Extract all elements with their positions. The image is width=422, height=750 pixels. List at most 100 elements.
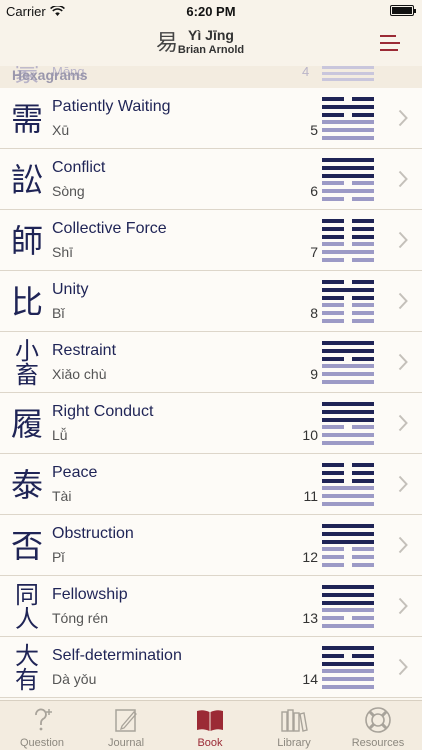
hexagram-name: Collective Force xyxy=(52,220,167,237)
tab-book[interactable]: Book xyxy=(168,701,252,750)
solid-line xyxy=(322,608,374,613)
solid-line xyxy=(322,409,374,414)
hexagram-row[interactable]: 大有 Self-determination Dà yǒu 14 xyxy=(0,637,422,698)
hexagram-row[interactable]: 泰 Peace Tài 11 xyxy=(0,454,422,515)
broken-line xyxy=(322,463,374,467)
solid-line xyxy=(322,592,374,597)
solid-line xyxy=(322,646,374,650)
hexagram-number: 8 xyxy=(310,305,318,321)
hexagram-glyph: 比 xyxy=(10,283,43,321)
tab-label: Resources xyxy=(351,737,405,749)
hexagram-number: 6 xyxy=(310,183,318,199)
hexagram-pinyin: Shī xyxy=(52,244,74,260)
solid-line xyxy=(322,486,374,491)
broken-line xyxy=(322,555,374,560)
section-header: Hexagrams xyxy=(12,67,88,83)
nav-subtitle: Brian Arnold xyxy=(177,44,245,56)
broken-line xyxy=(322,356,374,361)
hexagram-symbol xyxy=(322,402,374,445)
solid-line xyxy=(322,189,374,194)
chevron-right-icon xyxy=(398,414,408,432)
tab-question[interactable]: Question xyxy=(0,701,84,750)
hexagram-row[interactable]: 同人 Fellowship Tóng rén 13 xyxy=(0,576,422,637)
broken-line xyxy=(322,280,374,284)
library-icon xyxy=(281,709,308,732)
tab-journal[interactable]: Journal xyxy=(84,701,168,750)
solid-line xyxy=(322,402,374,406)
hexagram-row[interactable]: 小畜 Restraint Xiǎo chù 9 xyxy=(0,332,422,393)
status-bar: Carrier 6:20 PM xyxy=(0,0,422,22)
hexagram-row[interactable]: 否 Obstruction Pǐ 12 xyxy=(0,515,422,576)
chevron-right-icon xyxy=(398,231,408,249)
battery-icon xyxy=(390,5,416,16)
solid-line xyxy=(322,661,374,666)
solid-line xyxy=(322,524,374,528)
hexagram-row[interactable]: 訟 Conflict Sòng 6 xyxy=(0,149,422,210)
broken-line xyxy=(322,112,374,117)
hexagram-row[interactable]: 需 Patiently Waiting Xū 5 xyxy=(0,88,422,149)
hexagram-row[interactable]: 比 Unity Bǐ 8 xyxy=(0,271,422,332)
solid-line xyxy=(322,417,374,422)
broken-line xyxy=(322,563,374,567)
menu-icon[interactable] xyxy=(380,35,400,51)
solid-line xyxy=(322,372,374,377)
solid-line xyxy=(322,685,374,689)
broken-line xyxy=(322,311,374,316)
hexagram-glyph: 有 xyxy=(15,666,39,694)
solid-line xyxy=(322,136,374,140)
tab-label: Question xyxy=(19,737,65,749)
solid-line xyxy=(322,173,374,178)
solid-line xyxy=(322,669,374,674)
solid-line xyxy=(322,348,374,353)
hexagram-symbol xyxy=(322,524,374,567)
chevron-right-icon xyxy=(398,170,408,188)
chevron-right-icon xyxy=(398,536,408,554)
hexagram-pinyin: Bǐ xyxy=(52,305,65,321)
journal-icon xyxy=(115,709,137,732)
tab-resources[interactable]: Resources xyxy=(336,701,420,750)
solid-line xyxy=(322,494,374,499)
solid-line xyxy=(322,250,374,255)
hexagram-glyph: 否 xyxy=(10,527,43,565)
hexagram-character: 小畜 xyxy=(8,338,46,388)
hexagram-list[interactable]: 需 Patiently Waiting Xū 5 訟 Conflict Sòng 6 師 Coll… xyxy=(0,88,422,698)
hexagram-name: Right Conduct xyxy=(52,403,154,420)
broken-line xyxy=(322,197,374,201)
hexagram-pinyin: Xū xyxy=(52,122,70,138)
broken-line xyxy=(322,234,374,239)
hexagram-name: Patiently Waiting xyxy=(52,98,171,115)
book-icon xyxy=(197,710,223,731)
broken-line xyxy=(322,219,374,223)
solid-line xyxy=(322,165,374,170)
hexagram-character: 比 xyxy=(8,277,46,327)
nav-title: Yì Jīng xyxy=(188,27,234,43)
hexagram-number: 7 xyxy=(310,244,318,260)
hexagram-name: Fellowship xyxy=(52,586,128,603)
hexagram-glyph: 畜 xyxy=(15,361,39,389)
chevron-right-icon xyxy=(398,292,408,310)
broken-line xyxy=(322,258,374,262)
hexagram-character: 履 xyxy=(8,399,46,449)
hexagram-symbol xyxy=(322,66,374,84)
hexagram-character: 大有 xyxy=(8,643,46,693)
hexagram-name: Restraint xyxy=(52,342,117,359)
broken-line xyxy=(322,226,374,231)
hexagram-number: 13 xyxy=(302,610,318,626)
broken-line xyxy=(322,242,374,247)
hexagram-number: 12 xyxy=(302,549,318,565)
solid-line xyxy=(322,433,374,438)
lifebuoy-icon xyxy=(365,707,391,733)
broken-line xyxy=(322,470,374,475)
hexagram-row[interactable]: 師 Collective Force Shī 7 xyxy=(0,210,422,271)
solid-line xyxy=(322,341,374,345)
hexagram-name: Unity xyxy=(52,281,89,298)
broken-line xyxy=(322,616,374,621)
hexagram-glyph: 小 xyxy=(15,337,39,365)
hexagram-glyph: 泰 xyxy=(10,466,43,504)
broken-line xyxy=(322,181,374,186)
hexagram-symbol xyxy=(322,341,374,384)
tab-library[interactable]: Library xyxy=(252,701,336,750)
hexagram-symbol xyxy=(322,219,374,262)
hexagram-row[interactable]: 履 Right Conduct Lǚ 10 xyxy=(0,393,422,454)
broken-line xyxy=(322,425,374,430)
